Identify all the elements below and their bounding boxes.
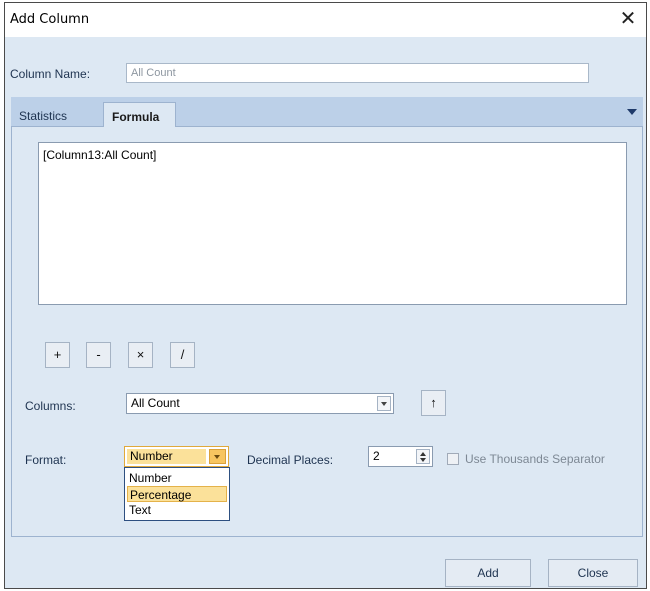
tab-menu-arrow-icon[interactable] [627,109,637,115]
tab-statistics[interactable]: Statistics [11,102,75,128]
decimal-places-value: 2 [373,449,380,463]
multiply-button[interactable]: × [128,342,153,368]
format-label: Format: [25,453,67,467]
format-dropdown-list: Number Percentage Text [124,467,230,521]
close-icon[interactable]: ✕ [616,7,640,31]
title-bar: Add Column ✕ [5,3,646,37]
formula-textarea[interactable]: [Column13:All Count] [38,142,627,305]
divide-button[interactable]: / [170,342,195,368]
thousands-separator-label: Use Thousands Separator [465,452,605,466]
thousands-separator-checkbox[interactable] [447,453,459,465]
add-button[interactable]: Add [445,559,531,587]
format-option-text[interactable]: Text [127,502,227,518]
decimal-places-spinner[interactable]: 2 [368,446,433,467]
columns-select[interactable]: All Count [126,393,394,414]
plus-button[interactable]: + [45,342,70,368]
format-select-value: Number [127,449,206,464]
decimal-places-label: Decimal Places: [247,453,334,467]
minus-button[interactable]: - [86,342,111,368]
column-name-label: Column Name: [10,67,91,81]
insert-column-button[interactable]: ↑ [421,390,446,416]
columns-label: Columns: [25,399,76,413]
dialog-body: Column Name: All Count Statistics Formul… [5,37,646,588]
add-column-dialog: Add Column ✕ Column Name: All Count Stat… [4,2,647,589]
format-select[interactable]: Number [124,446,229,467]
dialog-title: Add Column [10,12,90,27]
spinner-up-icon[interactable] [420,452,426,456]
column-name-input[interactable]: All Count [126,63,589,83]
spinner-down-icon[interactable] [420,458,426,462]
spinner-arrows-icon[interactable] [416,449,430,464]
chevron-down-icon[interactable] [209,449,226,464]
columns-select-value: All Count [131,396,180,410]
close-button[interactable]: Close [548,559,638,587]
format-option-number[interactable]: Number [127,470,227,486]
chevron-down-icon[interactable] [377,396,391,411]
tab-formula[interactable]: Formula [103,102,176,128]
tab-strip: Statistics Formula [11,97,643,128]
format-option-percentage[interactable]: Percentage [127,486,227,502]
